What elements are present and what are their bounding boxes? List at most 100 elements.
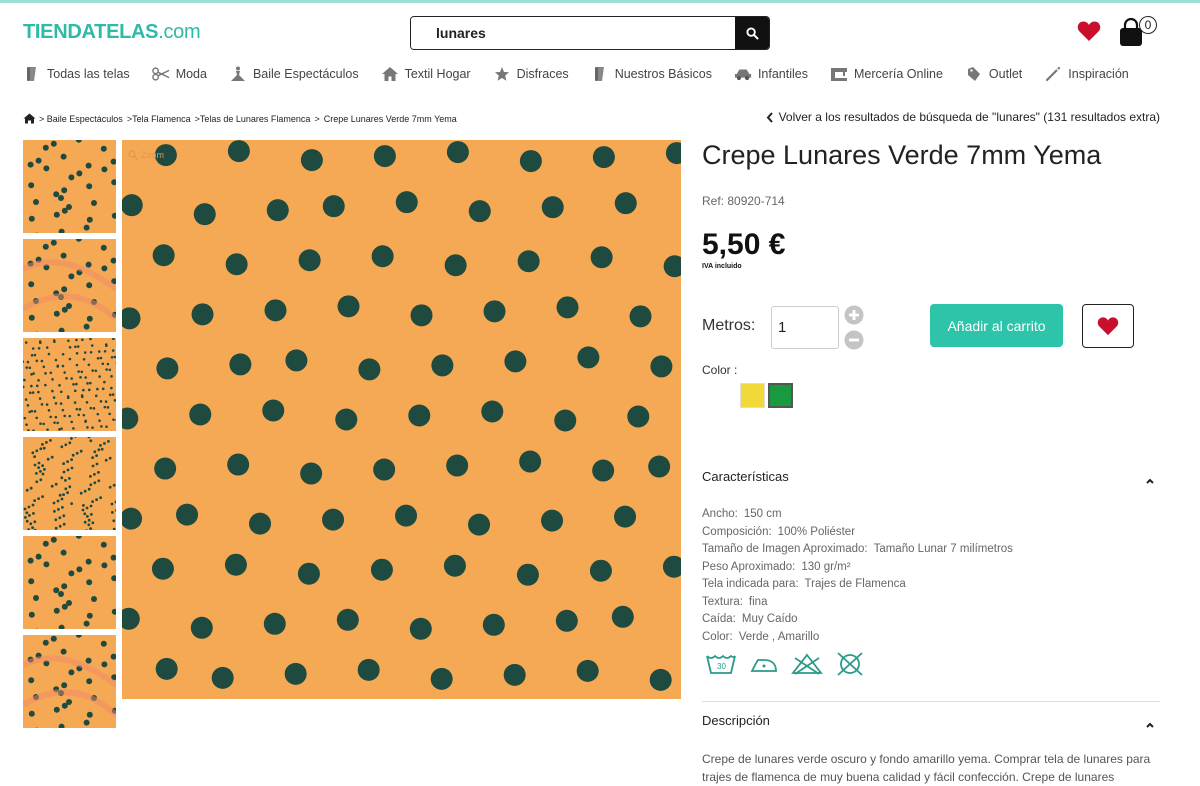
nav-item-label: Outlet — [989, 67, 1022, 81]
back-to-results-link[interactable]: Volver a los resultados de búsqueda de "… — [766, 110, 1160, 124]
characteristic-value: Trajes de Flamenca — [805, 578, 906, 590]
no-tumble-dry-icon — [834, 652, 866, 678]
breadcrumb: > Baile Espectáculos >Tela Flamenca >Telas… — [23, 113, 461, 124]
wash-30-icon: 30 — [705, 652, 737, 678]
breadcrumb-item[interactable]: Crepe Lunares Verde 7mm Yema — [324, 114, 457, 124]
characteristic-key: Caída: — [702, 613, 736, 625]
nav-item-6[interactable]: Infantiles — [734, 66, 808, 82]
fabric-roll-icon — [591, 66, 609, 82]
fabric-thumbnail-image — [23, 140, 116, 233]
color-label: Color : — [702, 363, 737, 377]
characteristic-key: Tamaño de Imagen Aproximado: — [702, 543, 868, 555]
minus-circle-icon — [844, 330, 864, 350]
characteristic-key: Color: — [702, 631, 733, 643]
characteristic-value: 150 cm — [744, 508, 782, 520]
nav-item-3[interactable]: Textil Hogar — [381, 66, 471, 82]
sewing-machine-icon — [830, 66, 848, 82]
thumbnail-3[interactable] — [23, 338, 116, 431]
zoom-label: Zoom — [141, 150, 164, 160]
star-icon — [493, 66, 511, 82]
characteristic-row: Peso Aproximado: 130 gr/m² — [702, 559, 1013, 577]
product-price: 5,50 € — [702, 228, 785, 262]
fabric-thumbnail-image — [23, 635, 116, 728]
breadcrumb-item: > — [314, 114, 319, 124]
description-heading[interactable]: Descripción — [702, 713, 770, 728]
cart-button[interactable]: 0 — [1118, 16, 1160, 48]
plus-circle-icon — [844, 305, 864, 325]
search-input[interactable] — [411, 17, 735, 49]
color-swatch-green[interactable] — [768, 383, 793, 408]
iron-low-icon — [748, 652, 780, 678]
nav-item-5[interactable]: Nuestros Básicos — [591, 66, 712, 82]
nav-item-0[interactable]: Todas las telas — [23, 66, 130, 82]
nav-item-label: Infantiles — [758, 67, 808, 81]
fabric-thumbnail-image — [23, 536, 116, 629]
chevron-up-icon[interactable] — [1144, 476, 1156, 486]
nav-item-label: Moda — [176, 67, 207, 81]
fabric-roll-icon — [23, 66, 41, 82]
nav-item-label: Baile Espectáculos — [253, 67, 359, 81]
section-divider — [702, 701, 1160, 702]
main-product-image[interactable] — [122, 140, 681, 699]
characteristics-heading[interactable]: Características — [702, 469, 789, 484]
characteristic-row: Ancho: 150 cm — [702, 506, 1013, 524]
zoom-hint[interactable]: Zoom — [128, 150, 164, 160]
top-accent-line — [0, 0, 1200, 3]
nav-item-4[interactable]: Disfraces — [493, 66, 569, 82]
add-to-cart-button[interactable]: Añadir al carrito — [930, 304, 1063, 347]
product-ref: Ref: 80920-714 — [702, 194, 785, 208]
nav-item-7[interactable]: Mercería Online — [830, 66, 943, 82]
characteristic-value: 100% Poliéster — [778, 526, 855, 538]
site-logo[interactable]: TIENDATELAS.com — [23, 21, 200, 44]
characteristic-key: Textura: — [702, 596, 743, 608]
breadcrumb-item[interactable]: > Baile Espectáculos — [39, 114, 123, 124]
color-swatch-yellow[interactable] — [740, 383, 765, 408]
polka-dot-fabric-image — [122, 140, 681, 699]
search-button[interactable] — [735, 17, 769, 49]
thumbnail-1[interactable] — [23, 140, 116, 233]
nav-item-label: Nuestros Básicos — [615, 67, 712, 81]
characteristic-key: Peso Aproximado: — [702, 561, 795, 573]
heart-icon — [1077, 20, 1101, 42]
characteristic-row: Tela indicada para:Trajes de Flamenca — [702, 576, 1013, 594]
nav-item-8[interactable]: Outlet — [965, 66, 1022, 82]
add-to-wishlist-button[interactable] — [1082, 304, 1134, 348]
thumbnail-2[interactable] — [23, 239, 116, 332]
increase-quantity-button[interactable] — [844, 305, 864, 325]
dancer-icon — [229, 66, 247, 82]
characteristic-value: fina — [749, 596, 768, 608]
thumbnail-gallery — [23, 140, 116, 734]
home-icon[interactable] — [23, 113, 36, 124]
nav-item-9[interactable]: Inspiración — [1044, 66, 1128, 82]
nav-item-2[interactable]: Baile Espectáculos — [229, 66, 359, 82]
logo-main: TIENDATELAS — [23, 21, 158, 43]
care-icons: 30 — [705, 652, 877, 678]
wishlist-button[interactable] — [1077, 20, 1101, 47]
thumbnail-6[interactable] — [23, 635, 116, 728]
thumbnail-4[interactable] — [23, 437, 116, 530]
characteristic-row: Caída: Muy Caído — [702, 611, 1013, 629]
quantity-input[interactable] — [771, 306, 839, 349]
characteristic-key: Ancho: — [702, 508, 738, 520]
nav-item-1[interactable]: Moda — [152, 66, 207, 82]
breadcrumb-item[interactable]: >Tela Flamenca — [127, 114, 191, 124]
characteristic-value: Muy Caído — [742, 613, 798, 625]
nav-item-label: Inspiración — [1068, 67, 1128, 81]
search-icon — [746, 27, 759, 40]
chevron-left-icon — [766, 112, 774, 123]
characteristic-row: Textura: fina — [702, 594, 1013, 612]
decrease-quantity-button[interactable] — [844, 330, 864, 350]
wash-temperature: 30 — [717, 662, 726, 671]
tax-note: IVA incluido — [702, 263, 742, 270]
main-nav: Todas las telas Moda Baile Espectáculos Tex… — [23, 64, 1151, 84]
characteristic-value: 130 gr/m² — [801, 561, 850, 573]
thumbnail-5[interactable] — [23, 536, 116, 629]
characteristic-row: Tamaño de Imagen Aproximado:Tamaño Lunar… — [702, 541, 1013, 559]
characteristic-value: Verde , Amarillo — [739, 631, 820, 643]
description-text: Crepe de lunares verde oscuro y fondo am… — [702, 750, 1164, 786]
quantity-label: Metros: — [702, 317, 755, 335]
product-title: Crepe Lunares Verde 7mm Yema — [702, 140, 1101, 171]
search-bar — [410, 16, 770, 50]
breadcrumb-item[interactable]: >Telas de Lunares Flamenca — [195, 114, 311, 124]
chevron-up-icon[interactable] — [1144, 720, 1156, 730]
